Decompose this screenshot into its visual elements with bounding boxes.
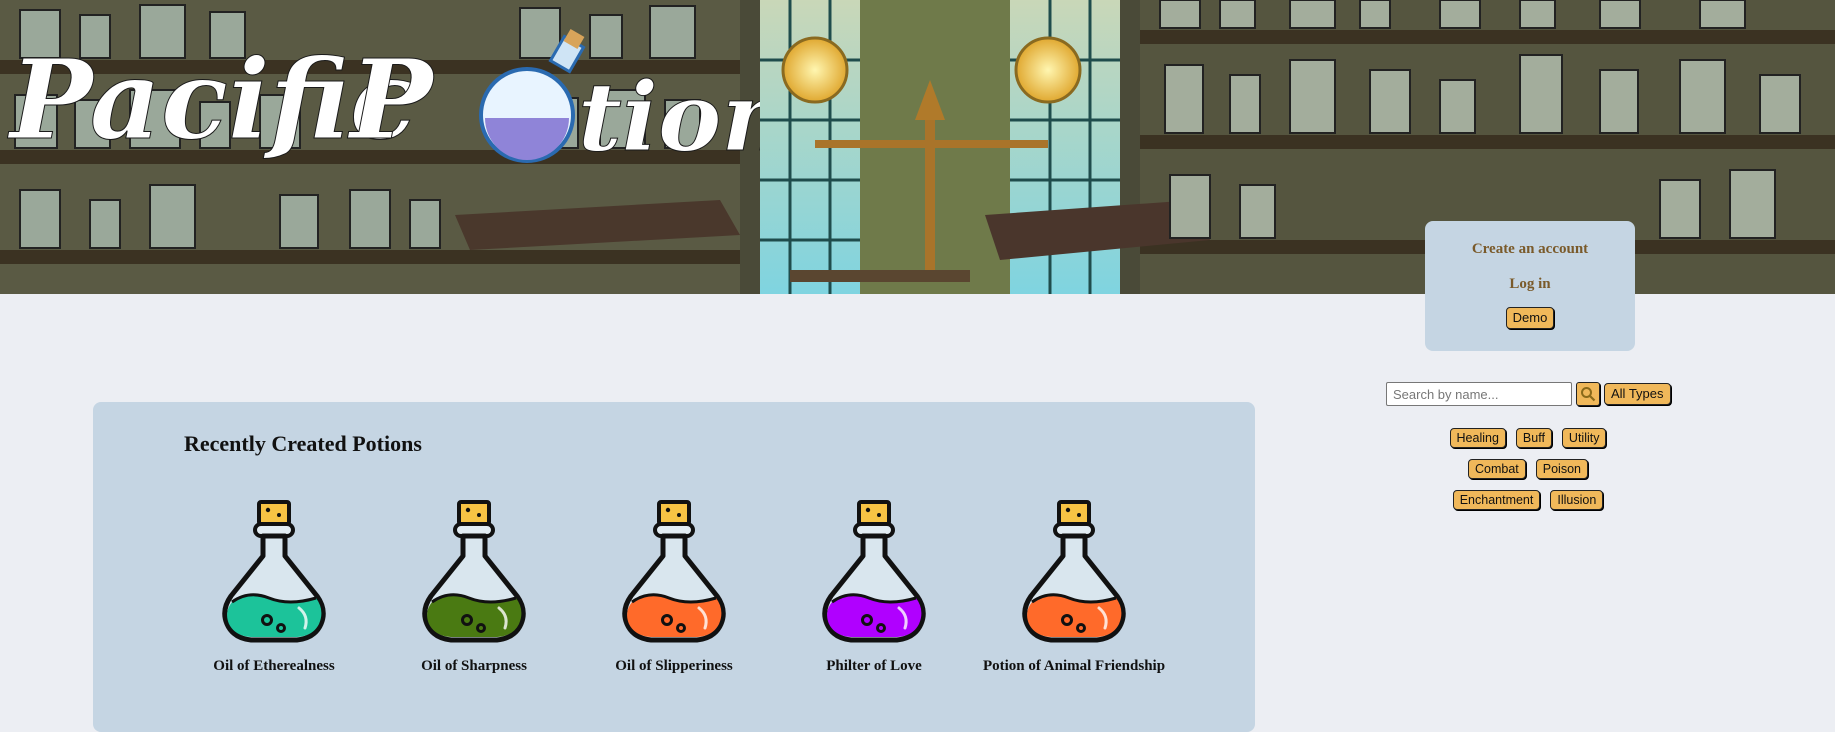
potion-name: Oil of Sharpness (421, 658, 527, 674)
magnifier-icon (1581, 387, 1596, 402)
filter-illusion-button[interactable]: Illusion (1550, 490, 1604, 510)
filter-utility-button[interactable]: Utility (1561, 428, 1607, 448)
potion-bottle-icon (222, 500, 326, 643)
filter-enchantment-button[interactable]: Enchantment (1452, 490, 1541, 510)
potion-name: Philter of Love (826, 658, 922, 674)
potion-bottle-icon (622, 500, 726, 643)
search-bar: All Types (1386, 382, 1671, 406)
potion-bottle-icon (422, 500, 526, 643)
svg-text:P: P (347, 35, 436, 164)
recent-potions-title: Recently Created Potions (184, 431, 422, 456)
type-filter-row: Combat Poison (1386, 459, 1670, 479)
filter-buff-button[interactable]: Buff (1515, 428, 1552, 448)
demo-button[interactable]: Demo (1505, 307, 1555, 329)
potion-name: Oil of Slipperiness (615, 658, 733, 674)
potion-card[interactable]: Oil of Etherealness (174, 498, 374, 675)
filter-combat-button[interactable]: Combat (1467, 459, 1526, 479)
login-link[interactable]: Log in (1509, 276, 1550, 293)
create-account-link[interactable]: Create an account (1472, 241, 1588, 258)
search-button[interactable] (1576, 382, 1600, 406)
filter-poison-button[interactable]: Poison (1535, 459, 1588, 479)
svg-text:tion: tion (578, 62, 760, 173)
potion-name: Potion of Animal Friendship (982, 658, 1166, 674)
recent-potions-panel: Recently Created Potions Oil of Ethereal… (93, 402, 1255, 732)
filter-healing-button[interactable]: Healing (1449, 428, 1506, 448)
potion-card[interactable]: Oil of Slipperiness (574, 498, 774, 675)
potion-card[interactable]: Potion of Animal Friendship (974, 498, 1174, 675)
potion-bottle-icon (822, 500, 926, 643)
potion-bottle-icon (1022, 500, 1126, 643)
potion-name: Oil of Etherealness (213, 658, 335, 674)
type-filter-row: Enchantment Illusion (1386, 490, 1670, 510)
search-input[interactable] (1386, 382, 1572, 406)
account-panel: Create an account Log in Demo (1425, 221, 1635, 351)
potion-card[interactable]: Oil of Sharpness (374, 498, 574, 675)
potion-card[interactable]: Philter of Love (774, 498, 974, 675)
all-types-button[interactable]: All Types (1604, 383, 1671, 405)
type-filter-row: Healing Buff Utility (1386, 428, 1670, 448)
pacific-potion-logo: Pacific P tion (7, 28, 760, 174)
